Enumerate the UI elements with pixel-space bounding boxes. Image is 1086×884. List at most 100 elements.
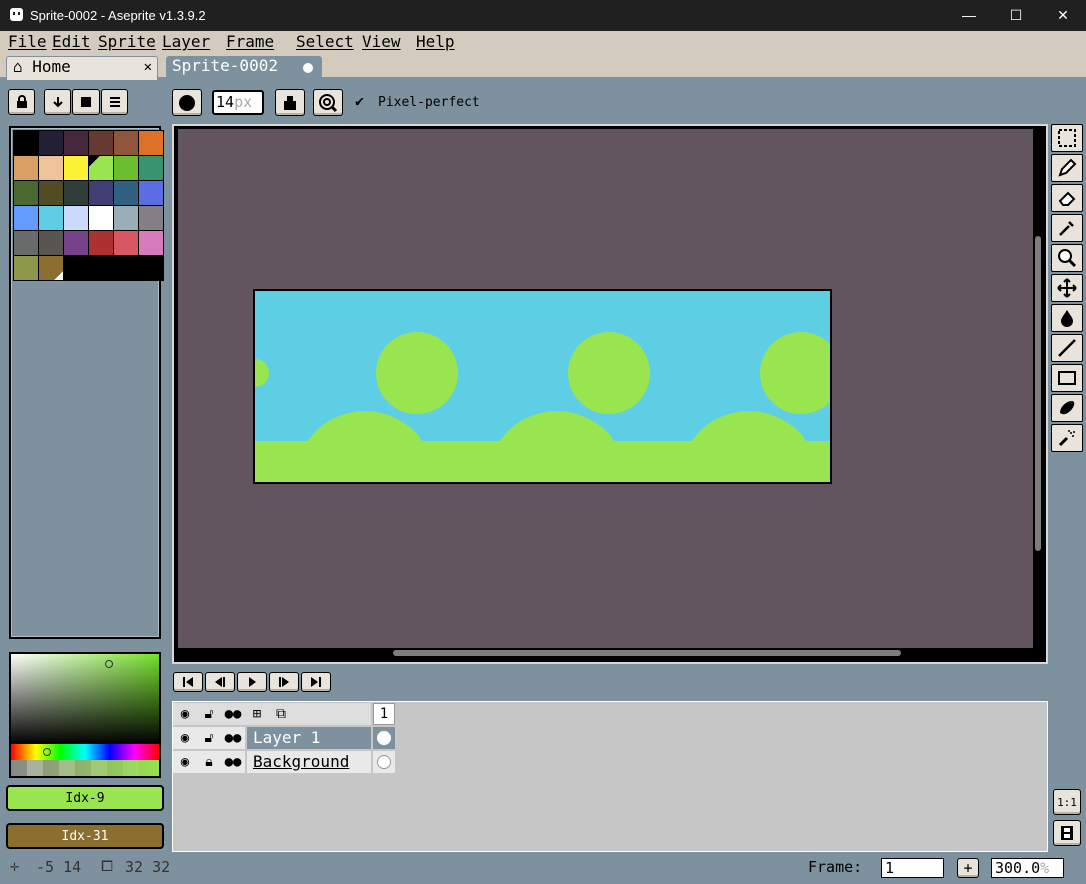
palette-swatch[interactable]: [114, 181, 138, 205]
rectangle-tool[interactable]: [1051, 364, 1083, 392]
background-lock-icon[interactable]: 🔒︎: [197, 751, 221, 773]
palette-options-button[interactable]: [101, 89, 128, 115]
menu-view[interactable]: View: [362, 32, 401, 51]
palette-swatch[interactable]: [39, 231, 63, 255]
palette-swatch[interactable]: [114, 156, 138, 180]
line-tool[interactable]: [1051, 334, 1083, 362]
layer-tree-header-icon[interactable]: ⊞: [245, 703, 269, 725]
first-frame-button[interactable]: [173, 672, 203, 692]
saturation-value-field[interactable]: [11, 654, 159, 744]
palette-swatch[interactable]: [139, 206, 163, 230]
frame-number-input[interactable]: 1: [881, 858, 944, 878]
timeline-toggle-button[interactable]: [1053, 820, 1081, 846]
palette-swatch[interactable]: [39, 131, 63, 155]
pixel-perfect-checkbox[interactable]: ✔: [355, 93, 371, 109]
fill-tool[interactable]: [1051, 304, 1083, 332]
previous-frame-button[interactable]: [205, 672, 235, 692]
layer1-lock-icon[interactable]: 🔓︎: [197, 727, 221, 749]
zoom-tool[interactable]: [1051, 244, 1083, 272]
palette-swatch[interactable]: [14, 181, 38, 205]
palette-sort-button[interactable]: [44, 89, 71, 115]
palette-swatch[interactable]: [14, 131, 38, 155]
foreground-color-button[interactable]: Idx-9: [6, 785, 164, 811]
palette-swatch[interactable]: [14, 256, 38, 280]
spray-tool[interactable]: [1051, 424, 1083, 452]
palette-swatch[interactable]: [114, 131, 138, 155]
palette-swatch[interactable]: [14, 156, 38, 180]
move-tool[interactable]: [1051, 274, 1083, 302]
palette-swatch[interactable]: [89, 131, 113, 155]
menu-select[interactable]: Select: [296, 32, 354, 51]
tab-close-icon[interactable]: ✕: [144, 57, 152, 77]
maximize-button[interactable]: ☐: [993, 0, 1039, 31]
menu-edit[interactable]: Edit: [52, 32, 91, 51]
palette-swatch[interactable]: [139, 131, 163, 155]
alpha-slider[interactable]: [11, 760, 159, 776]
menu-help[interactable]: Help: [416, 32, 455, 51]
palette-resize-handle[interactable]: ‖: [68, 258, 75, 271]
dynamics-button[interactable]: [313, 89, 343, 116]
horizontal-scrollbar[interactable]: [393, 650, 901, 656]
palette-swatch[interactable]: [14, 231, 38, 255]
palette-swatch[interactable]: [14, 206, 38, 230]
layer1-continuous-icon[interactable]: ●●: [221, 727, 245, 749]
tab-sprite[interactable]: Sprite-0002: [166, 56, 322, 80]
background-layer-name[interactable]: Background: [247, 751, 371, 773]
vertical-scrollbar[interactable]: [1035, 236, 1041, 551]
color-picker[interactable]: [9, 652, 161, 778]
palette-swatch[interactable]: [139, 181, 163, 205]
brush-type-button[interactable]: [172, 89, 202, 116]
background-color-button[interactable]: Idx-31: [6, 823, 164, 849]
eyedropper-tool[interactable]: [1051, 214, 1083, 242]
sv-cursor[interactable]: [105, 660, 113, 668]
curve-tool[interactable]: [1051, 394, 1083, 422]
palette-swatch[interactable]: [64, 131, 88, 155]
canvas-background[interactable]: [178, 129, 1033, 648]
zoom-1-1-button[interactable]: 1:1: [1053, 789, 1081, 815]
palette-swatch[interactable]: [64, 206, 88, 230]
menu-frame[interactable]: Frame: [226, 32, 274, 51]
palette-swatch[interactable]: [64, 231, 88, 255]
palette-swatch[interactable]: [114, 206, 138, 230]
background-continuous-icon[interactable]: ●●: [221, 751, 245, 773]
zoom-input[interactable]: 300.0%: [991, 858, 1064, 878]
onion-skin-header-icon[interactable]: ⧉: [269, 703, 293, 725]
ink-type-button[interactable]: [275, 89, 305, 116]
palette-swatch[interactable]: [64, 156, 88, 180]
background-cel-1[interactable]: [373, 751, 395, 773]
close-window-button[interactable]: ✕: [1040, 0, 1086, 31]
palette-swatch[interactable]: [139, 156, 163, 180]
sprite-editor[interactable]: [172, 124, 1048, 664]
background-visibility-eye-icon[interactable]: ◉: [173, 751, 197, 773]
minimize-button[interactable]: —: [946, 0, 992, 31]
sprite-canvas[interactable]: [253, 289, 832, 484]
layer1-cel-1[interactable]: [373, 727, 395, 749]
palette-swatch[interactable]: [39, 181, 63, 205]
marquee-tool[interactable]: [1051, 124, 1083, 152]
palette-swatch[interactable]: [39, 256, 63, 280]
next-frame-button[interactable]: [269, 672, 299, 692]
palette-swatch[interactable]: [64, 181, 88, 205]
eraser-tool[interactable]: [1051, 184, 1083, 212]
last-frame-button[interactable]: [301, 672, 331, 692]
palette-swatch[interactable]: [89, 156, 113, 180]
menu-file[interactable]: File: [8, 32, 47, 51]
palette-swatch[interactable]: [89, 206, 113, 230]
palette-swatch[interactable]: [139, 231, 163, 255]
frame-header-1[interactable]: 1: [373, 703, 395, 725]
hue-cursor[interactable]: [43, 748, 51, 756]
tab-home[interactable]: ⌂ Home ✕: [6, 56, 158, 80]
new-frame-button[interactable]: +: [957, 858, 979, 878]
lock-header-icon[interactable]: 🔓︎: [197, 703, 221, 725]
palette-swatch[interactable]: [39, 156, 63, 180]
visibility-header-icon[interactable]: ◉: [173, 703, 197, 725]
menu-sprite[interactable]: Sprite: [98, 32, 156, 51]
palette-swatch[interactable]: [89, 181, 113, 205]
palette-swatch[interactable]: [114, 231, 138, 255]
brush-size-input[interactable]: 14px: [212, 90, 264, 115]
layer-1-name[interactable]: Layer 1: [247, 727, 371, 749]
hue-slider[interactable]: [11, 744, 159, 760]
pencil-tool[interactable]: [1051, 154, 1083, 182]
layer1-visibility-eye-icon[interactable]: ◉: [173, 727, 197, 749]
unsaved-dot-icon[interactable]: [303, 63, 313, 73]
